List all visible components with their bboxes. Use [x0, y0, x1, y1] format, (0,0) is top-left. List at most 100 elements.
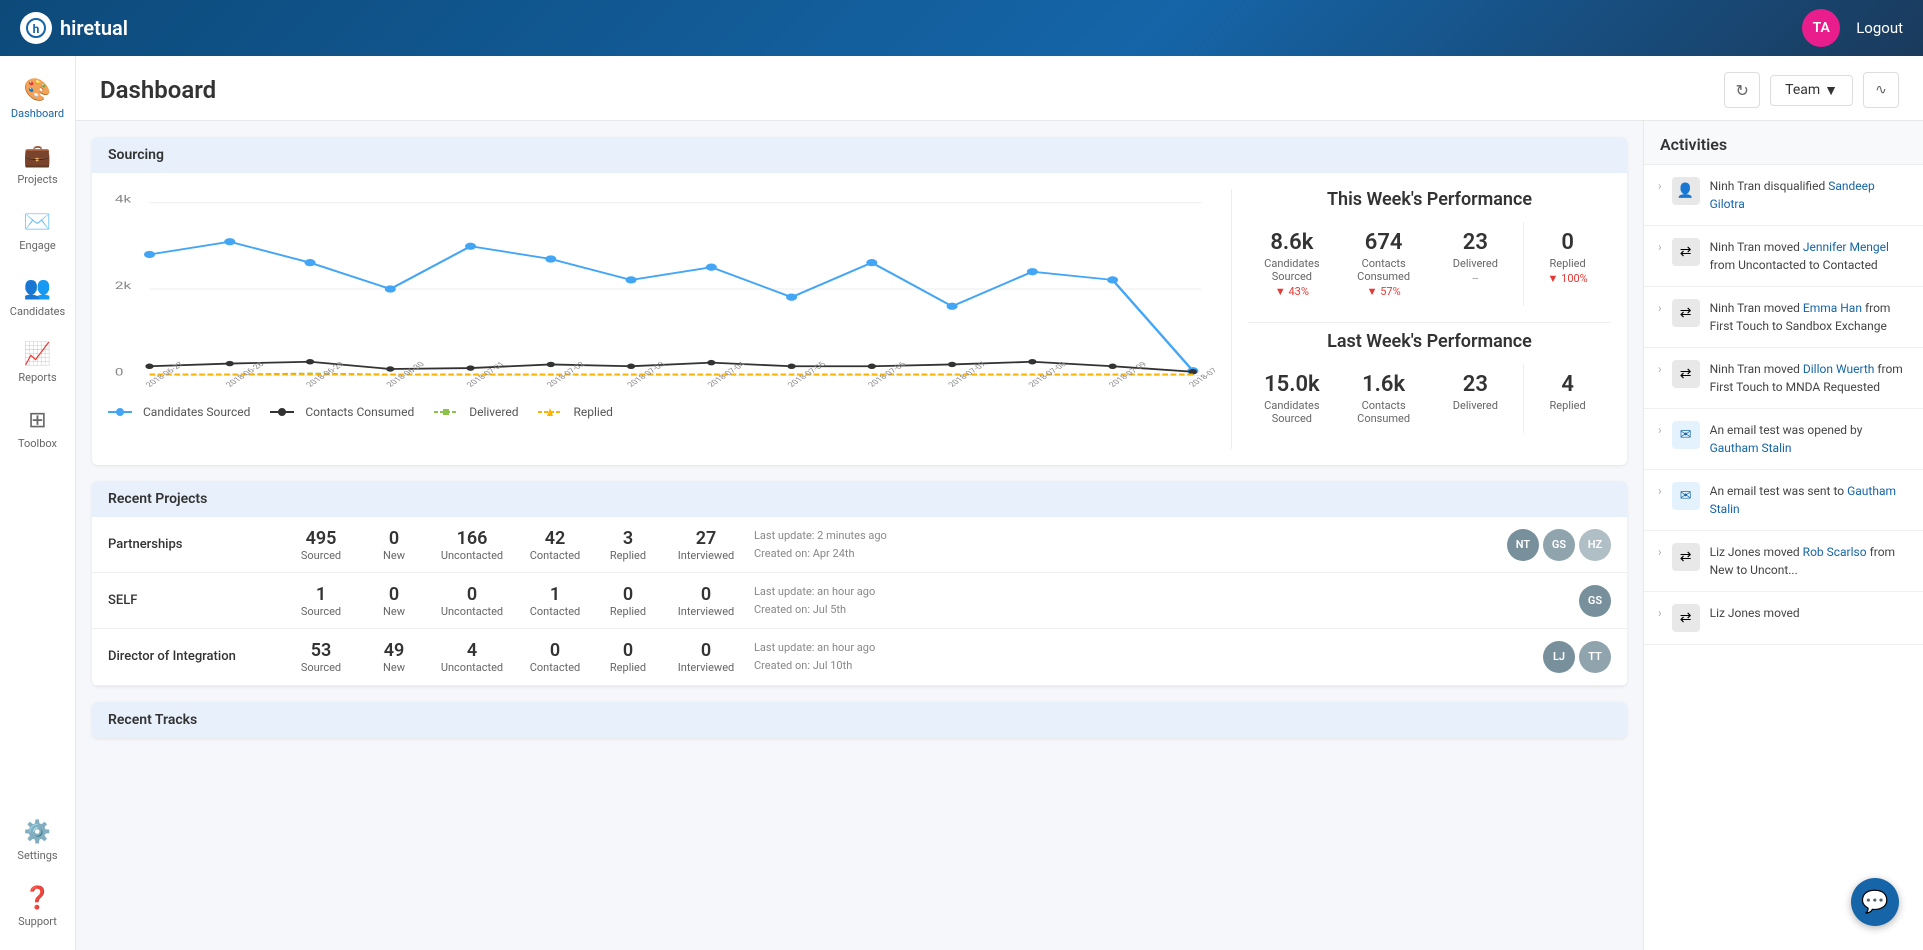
refresh-button[interactable]: ↻ — [1724, 72, 1760, 108]
header-right: TA Logout — [1802, 9, 1903, 47]
project-interviewed: 0 Interviewed — [666, 584, 746, 618]
user-avatar[interactable]: TA — [1802, 9, 1840, 47]
sidebar-item-dashboard[interactable]: 🎨 Dashboard — [4, 68, 72, 130]
project-sourced: 53 Sourced — [286, 640, 356, 674]
activity-link[interactable]: Emma Han — [1803, 301, 1862, 315]
chevron-right-icon: › — [1658, 362, 1662, 376]
project-uncontacted: 0 Uncontacted — [432, 584, 512, 618]
svg-text:h: h — [33, 22, 40, 36]
logout-button[interactable]: Logout — [1856, 19, 1903, 37]
dash-controls: ↻ Team ▼ ∿ — [1724, 72, 1899, 108]
this-week-grid: 8.6k Candidates Sourced ▼ 43% 674 Contac… — [1248, 222, 1611, 306]
project-sourced: 495 Sourced — [286, 528, 356, 562]
this-week-delivered-label: Delivered — [1436, 257, 1516, 270]
activity-link[interactable]: Gautham Stalin — [1710, 484, 1896, 516]
project-avatars: LJTT — [1543, 641, 1611, 673]
list-item[interactable]: › ✉ An email test was sent to Gautham St… — [1644, 470, 1923, 531]
activity-link[interactable]: Jennifer Mengel — [1803, 240, 1889, 254]
project-contacted: 1 Contacted — [520, 584, 590, 618]
sidebar-item-toolbox[interactable]: ⊞ Toolbox — [4, 398, 72, 460]
team-button[interactable]: Team ▼ — [1770, 75, 1853, 106]
last-week-delivered: 23 Delivered — [1432, 364, 1520, 433]
table-row[interactable]: Director of Integration 53 Sourced 49 Ne… — [92, 629, 1627, 685]
logo-icon: h — [20, 12, 52, 44]
list-item[interactable]: › ⇄ Ninh Tran moved Jennifer Mengel from… — [1644, 226, 1923, 287]
user-icon: 👤 — [1672, 177, 1700, 205]
chevron-right-icon: › — [1658, 423, 1662, 437]
list-item[interactable]: › ✉ An email test was opened by Gautham … — [1644, 409, 1923, 470]
page-title: Dashboard — [100, 76, 1724, 104]
sidebar-item-candidates[interactable]: 👥 Candidates — [4, 266, 72, 328]
chart-area: 4k 2k 0 — [108, 189, 1215, 449]
this-week-contacts-label: Contacts Consumed — [1344, 257, 1424, 283]
reports-icon: 📈 — [24, 342, 51, 367]
sidebar-item-engage[interactable]: ✉️ Engage — [4, 200, 72, 262]
list-item[interactable]: › ⇄ Ninh Tran moved Dillon Wuerth from F… — [1644, 348, 1923, 409]
chart-toggle-button[interactable]: ∿ — [1863, 72, 1899, 108]
move-icon: ⇄ — [1672, 360, 1700, 388]
project-contacted: 42 Contacted — [520, 528, 590, 562]
project-meta: Last update: 2 minutes ago Created on: A… — [754, 527, 1499, 562]
project-interviewed: 0 Interviewed — [666, 640, 746, 674]
list-item[interactable]: › 👤 Ninh Tran disqualified Sandeep Gilot… — [1644, 165, 1923, 226]
chat-button[interactable]: 💬 — [1851, 878, 1899, 926]
this-week-title: This Week's Performance — [1248, 189, 1611, 210]
this-week-contacts: 674 Contacts Consumed ▼ 57% — [1340, 222, 1428, 306]
this-week-replied: 0 Replied ▼ 100% — [1523, 222, 1611, 306]
project-replied: 0 Replied — [598, 640, 658, 674]
settings-icon: ⚙️ — [24, 820, 51, 845]
activity-link[interactable]: Sandeep Gilotra — [1710, 179, 1875, 211]
this-week-candidates-value: 8.6k — [1252, 230, 1332, 255]
project-new: 49 New — [364, 640, 424, 674]
activity-text: Ninh Tran moved Emma Han from First Touc… — [1710, 299, 1909, 335]
project-name: Partnerships — [108, 537, 278, 552]
table-row[interactable]: Partnerships 495 Sourced 0 New 166 Uncon… — [92, 517, 1627, 573]
activity-link[interactable]: Gautham Stalin — [1710, 441, 1792, 455]
this-week-candidates-label: Candidates Sourced — [1252, 257, 1332, 283]
last-week-contacts-label: Contacts Consumed — [1344, 399, 1424, 425]
sidebar-label-engage: Engage — [19, 239, 56, 252]
sidebar-item-reports[interactable]: 📈 Reports — [4, 332, 72, 394]
this-week-delivered: 23 Delivered -- — [1432, 222, 1520, 306]
project-interviewed: 27 Interviewed — [666, 528, 746, 562]
project-avatars: GS — [1579, 585, 1611, 617]
performance-panel: This Week's Performance 8.6k Candidates … — [1231, 189, 1611, 449]
project-new: 0 New — [364, 528, 424, 562]
chevron-right-icon: › — [1658, 484, 1662, 498]
support-icon: ❓ — [24, 886, 51, 911]
list-item[interactable]: › ⇄ Liz Jones moved Rob Scarlso from New… — [1644, 531, 1923, 592]
svg-text:2k: 2k — [115, 280, 132, 292]
last-week-grid: 15.0k Candidates Sourced 1.6k Contacts C… — [1248, 364, 1611, 433]
project-uncontacted: 166 Uncontacted — [432, 528, 512, 562]
sidebar-item-settings[interactable]: ⚙️ Settings — [4, 810, 72, 872]
sidebar-item-projects[interactable]: 💼 Projects — [4, 134, 72, 196]
this-week-candidates-change: ▼ 43% — [1252, 285, 1332, 298]
project-name: SELF — [108, 593, 278, 608]
svg-text:4k: 4k — [115, 194, 132, 206]
move-icon: ⇄ — [1672, 238, 1700, 266]
sidebar-item-support[interactable]: ❓ Support — [4, 876, 72, 938]
last-week-contacts: 1.6k Contacts Consumed — [1340, 364, 1428, 433]
sidebar: 🎨 Dashboard 💼 Projects ✉️ Engage 👥 Candi… — [0, 56, 76, 950]
list-item[interactable]: › ⇄ Liz Jones moved — [1644, 592, 1923, 645]
legend-contacts-consumed: Contacts Consumed — [270, 405, 414, 419]
this-week-replied-label: Replied — [1528, 257, 1607, 270]
recent-tracks-card: Recent Tracks — [92, 702, 1627, 738]
activity-link[interactable]: Dillon Wuerth — [1803, 362, 1874, 376]
project-new: 0 New — [364, 584, 424, 618]
activity-link[interactable]: Rob Scarlso — [1803, 545, 1867, 559]
activity-text: An email test was opened by Gautham Stal… — [1710, 421, 1909, 457]
sourcing-content: 4k 2k 0 — [108, 189, 1611, 449]
last-week-replied: 4 Replied — [1523, 364, 1611, 433]
last-week-replied-value: 4 — [1528, 372, 1607, 397]
main-panel: Sourcing 4k 2k 0 — [76, 121, 1643, 950]
chevron-right-icon: › — [1658, 240, 1662, 254]
project-avatars: NTGSHZ — [1507, 529, 1611, 561]
list-item[interactable]: › ⇄ Ninh Tran moved Emma Han from First … — [1644, 287, 1923, 348]
engage-icon: ✉️ — [24, 210, 51, 235]
this-week-contacts-value: 674 — [1344, 230, 1424, 255]
project-name: Director of Integration — [108, 649, 278, 664]
last-week-candidates: 15.0k Candidates Sourced — [1248, 364, 1336, 433]
table-row[interactable]: SELF 1 Sourced 0 New 0 Uncontacted 1 Con… — [92, 573, 1627, 629]
chevron-right-icon: › — [1658, 606, 1662, 620]
